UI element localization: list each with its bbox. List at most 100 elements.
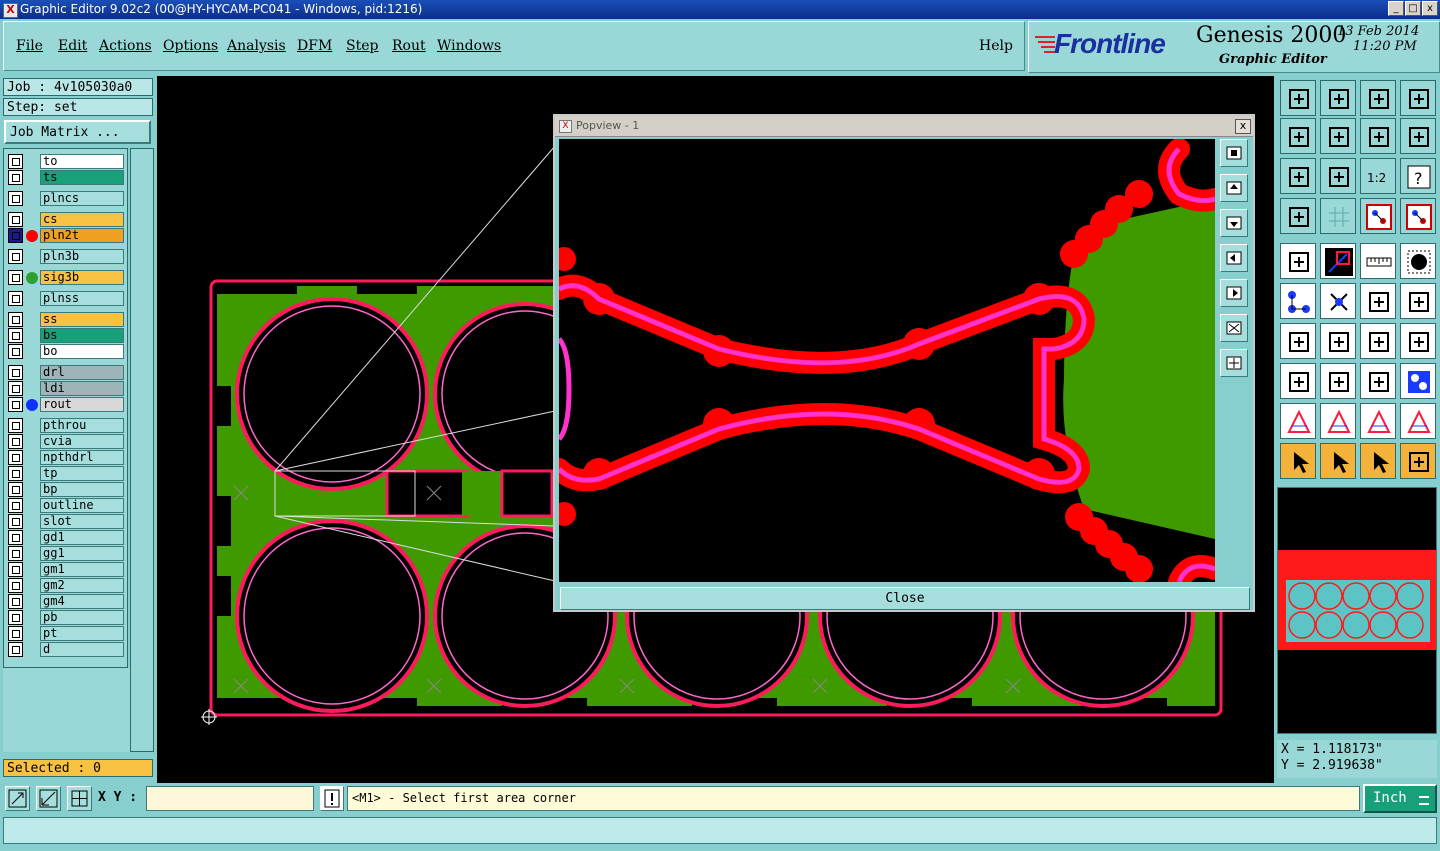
pointer-box-button[interactable] <box>1320 443 1356 479</box>
connect-button[interactable] <box>1280 283 1316 319</box>
xy-input[interactable] <box>146 786 314 811</box>
layer-name[interactable]: pb <box>40 610 124 625</box>
layer-checkbox[interactable] <box>8 212 23 227</box>
layer-name[interactable]: pln2t <box>40 228 124 243</box>
layer-name[interactable]: npthdrl <box>40 450 124 465</box>
layer-row-pthrou[interactable]: pthrou <box>8 418 124 433</box>
ruler-button[interactable] <box>1360 243 1396 279</box>
layer-name[interactable]: plncs <box>40 191 124 206</box>
layer-checkbox[interactable] <box>8 344 23 359</box>
popview-zoom-in-button[interactable] <box>1220 314 1248 342</box>
popview-zoom-out-button[interactable] <box>1220 349 1248 377</box>
layer-checkbox[interactable] <box>8 498 23 513</box>
layer-row-gm2[interactable]: gm2 <box>8 578 124 593</box>
layer-row-cvia[interactable]: cvia <box>8 434 124 449</box>
layer-row-to[interactable]: to <box>8 154 124 169</box>
layer-row-cs[interactable]: cs <box>8 212 124 227</box>
layer-checkbox[interactable] <box>8 450 23 465</box>
dimension-button[interactable] <box>1360 363 1396 399</box>
popview-pan-right-button[interactable] <box>1220 279 1248 307</box>
pointer-button[interactable] <box>1280 443 1316 479</box>
delete-button[interactable] <box>1320 283 1356 319</box>
layer-row-plncs[interactable]: plncs <box>8 191 124 206</box>
select-red-button[interactable] <box>1320 243 1356 279</box>
layer-name[interactable]: rout <box>40 397 124 412</box>
layer-name[interactable]: pthrou <box>40 418 124 433</box>
route-button[interactable] <box>1400 443 1436 479</box>
layer-name[interactable]: gg1 <box>40 546 124 561</box>
popview-zoom-canvas[interactable] <box>559 139 1215 582</box>
layer-checkbox[interactable] <box>8 642 23 657</box>
options-button[interactable] <box>1280 198 1316 234</box>
layer-checkbox[interactable] <box>8 191 23 206</box>
layer-name[interactable]: gm2 <box>40 578 124 593</box>
layer-name[interactable]: gd1 <box>40 530 124 545</box>
line-draw-button[interactable] <box>1320 323 1356 359</box>
menu-help[interactable]: Help <box>979 38 1013 54</box>
layer-row-ldi[interactable]: ldi <box>8 381 124 396</box>
layer-row-outline[interactable]: outline <box>8 498 124 513</box>
layer-checkbox[interactable] <box>8 562 23 577</box>
job-matrix-button[interactable]: Job Matrix ... <box>4 120 151 144</box>
menu-actions[interactable]: Actions <box>99 38 152 54</box>
layer-checkbox[interactable] <box>8 365 23 380</box>
close-window-button[interactable]: x <box>1422 1 1438 16</box>
center-button[interactable] <box>1320 158 1356 194</box>
layer-checkbox[interactable] <box>8 594 23 609</box>
layer-row-slot[interactable]: slot <box>8 514 124 529</box>
layer-row-plnss[interactable]: plnss <box>8 291 124 306</box>
maximize-button[interactable]: □ <box>1405 1 1421 16</box>
layer-name[interactable]: sig3b <box>40 270 124 285</box>
layer-checkbox[interactable] <box>8 546 23 561</box>
menu-rout[interactable]: Rout <box>392 38 426 54</box>
layer-row-pln2t[interactable]: pln2t <box>8 228 124 243</box>
alert-button[interactable] <box>320 786 344 811</box>
layer-name[interactable]: cvia <box>40 434 124 449</box>
menu-windows[interactable]: Windows <box>437 38 501 54</box>
layer-name[interactable]: bs <box>40 328 124 343</box>
measure-mode-button[interactable] <box>36 786 61 811</box>
triangle-button[interactable] <box>1280 403 1316 439</box>
net-red-button[interactable] <box>1400 198 1436 234</box>
layer-name[interactable]: drl <box>40 365 124 380</box>
menu-file[interactable]: File <box>16 38 43 54</box>
layer-checkbox[interactable] <box>8 530 23 545</box>
pad-add-button[interactable] <box>1280 363 1316 399</box>
layer-name[interactable]: ss <box>40 312 124 327</box>
grid-button[interactable] <box>1320 198 1356 234</box>
pad-button[interactable] <box>1400 243 1436 279</box>
layer-row-tp[interactable]: tp <box>8 466 124 481</box>
layer-row-gm4[interactable]: gm4 <box>8 594 124 609</box>
layer-name[interactable]: ts <box>40 170 124 185</box>
popview-pan-left-button[interactable] <box>1220 244 1248 272</box>
layer-checkbox[interactable] <box>8 328 23 343</box>
layer-row-pt[interactable]: pt <box>8 626 124 641</box>
surface-button[interactable] <box>1400 363 1436 399</box>
layer-checkbox[interactable] <box>8 270 23 285</box>
grid-mode-button[interactable] <box>67 786 92 811</box>
pan-right-button[interactable] <box>1320 118 1356 154</box>
layer-checkbox[interactable] <box>8 578 23 593</box>
undo-zoom-button[interactable] <box>1360 118 1396 154</box>
layer-checkbox[interactable] <box>8 291 23 306</box>
fit-screen-button[interactable] <box>1280 158 1316 194</box>
layer-checkbox[interactable] <box>8 249 23 264</box>
popview-close-button[interactable]: Close <box>560 587 1250 610</box>
layer-name[interactable]: gm1 <box>40 562 124 577</box>
layer-row-ts[interactable]: ts <box>8 170 124 185</box>
layer-row-pb[interactable]: pb <box>8 610 124 625</box>
move-button[interactable] <box>1360 283 1396 319</box>
split-view-button[interactable] <box>1400 80 1436 116</box>
layer-row-gm1[interactable]: gm1 <box>8 562 124 577</box>
layer-row-gd1[interactable]: gd1 <box>8 530 124 545</box>
layer-checkbox[interactable] <box>8 434 23 449</box>
copy-button[interactable] <box>1400 283 1436 319</box>
layer-name[interactable]: outline <box>40 498 124 513</box>
popview-close-icon[interactable]: x <box>1235 119 1251 134</box>
layer-checkbox[interactable] <box>8 312 23 327</box>
layer-row-drl[interactable]: drl <box>8 365 124 380</box>
layer-row-rout[interactable]: rout <box>8 397 124 412</box>
menu-dfm[interactable]: DFM <box>297 38 332 54</box>
layer-checkbox[interactable] <box>8 154 23 169</box>
layer-name[interactable]: to <box>40 154 124 169</box>
